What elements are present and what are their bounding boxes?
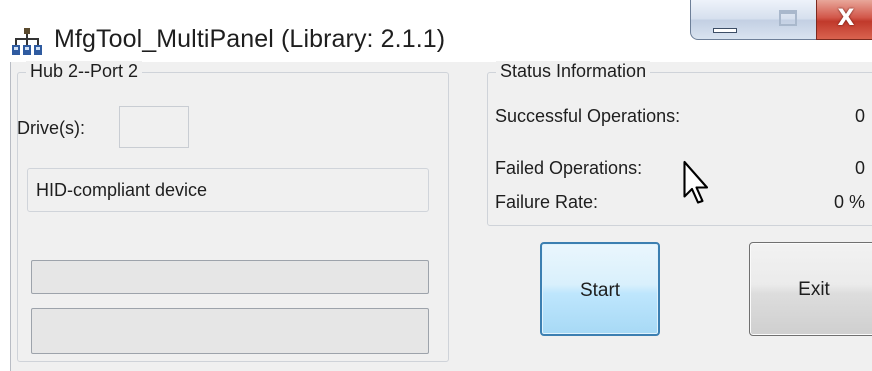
progress-bar-secondary bbox=[31, 308, 429, 354]
start-button[interactable]: Start bbox=[540, 242, 660, 336]
drive-field[interactable] bbox=[119, 106, 189, 148]
failed-operations-value: 0 bbox=[854, 158, 865, 178]
exit-button[interactable]: Exit bbox=[749, 242, 872, 336]
mouse-cursor-icon bbox=[683, 160, 709, 204]
window-title: MfgTool_MultiPanel (Library: 2.1.1) bbox=[54, 25, 446, 53]
failure-rate-value: 0 % bbox=[833, 192, 865, 212]
drive-label: Drive(s): bbox=[17, 118, 85, 138]
failure-rate-label: Failure Rate: bbox=[495, 192, 599, 212]
device-name-field: HID-compliant device bbox=[27, 168, 429, 212]
progress-bar-primary bbox=[31, 260, 429, 294]
maximize-icon bbox=[759, 10, 816, 31]
failed-operations-label: Failed Operations: bbox=[495, 158, 643, 178]
successful-operations-value: 0 bbox=[854, 106, 865, 126]
device-name: HID-compliant device bbox=[36, 180, 208, 200]
caption-buttons: X bbox=[682, 0, 872, 52]
close-button[interactable]: X bbox=[816, 0, 872, 40]
maximize-button[interactable] bbox=[759, 0, 817, 40]
status-information-title: Status Information bbox=[496, 61, 651, 82]
hub-port-title: Hub 2--Port 2 bbox=[26, 61, 143, 82]
successful-operations-label: Successful Operations: bbox=[495, 106, 681, 126]
title-bar[interactable]: MfgTool_MultiPanel (Library: 2.1.1) X bbox=[0, 0, 872, 62]
window-client-area: Hub 2--Port 2 Drive(s): HID-compliant de… bbox=[10, 61, 872, 371]
close-icon: X bbox=[837, 6, 855, 31]
minimize-button[interactable] bbox=[690, 0, 760, 40]
exit-button-label: Exit bbox=[798, 279, 830, 300]
network-hub-icon bbox=[12, 28, 42, 55]
start-button-label: Start bbox=[579, 280, 621, 301]
minimize-icon bbox=[691, 20, 759, 38]
